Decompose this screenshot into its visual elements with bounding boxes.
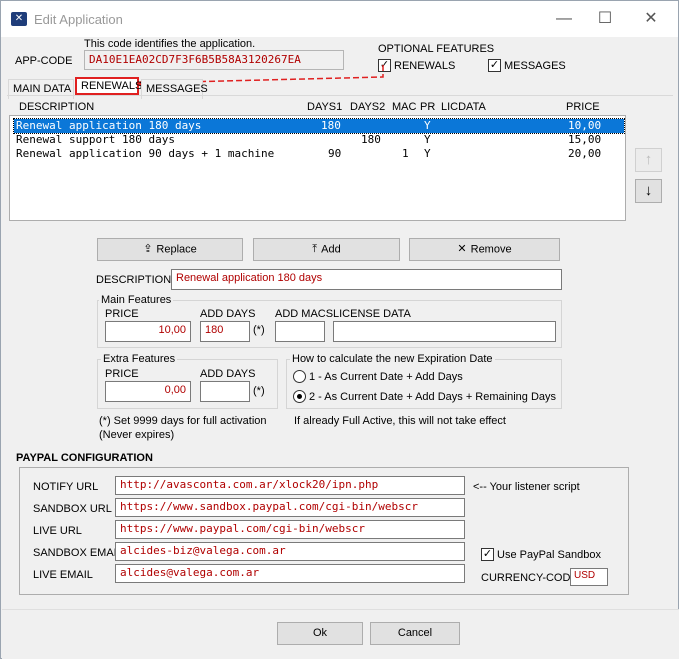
messages-checkbox-label: MESSAGES	[504, 60, 566, 72]
main-add-days-label: ADD DAYS	[200, 308, 256, 320]
live-email-label: LIVE EMAIL	[33, 569, 93, 581]
expiration-option-1-label: 1 - As Current Date + Add Days	[309, 371, 463, 383]
main-add-days-note: (*)	[253, 324, 265, 336]
cell-price: 15,00	[568, 133, 602, 146]
arrow-down-icon: ↓	[644, 182, 653, 199]
live-email-input[interactable]: alcides@valega.com.ar	[115, 564, 465, 583]
arrow-up-icon: ↑	[644, 151, 653, 168]
window-title: Edit Application	[34, 12, 123, 27]
minimize-button[interactable]: —	[541, 1, 587, 37]
maximize-button[interactable]: ☐	[582, 1, 628, 37]
cell-price: 20,00	[568, 147, 602, 160]
col-price[interactable]: PRICE	[566, 101, 600, 113]
sandbox-email-label: SANDBOX EMAIL	[33, 547, 123, 559]
main-features-title: Main Features	[99, 294, 174, 306]
expiration-title: How to calculate the new Expiration Date	[290, 353, 495, 365]
main-add-days-input[interactable]: 180	[200, 321, 250, 342]
notify-url-label: NOTIFY URL	[33, 481, 99, 493]
full-active-note: If already Full Active, this will not ta…	[294, 415, 506, 427]
replace-icon: ⇪	[143, 243, 153, 255]
renewals-list[interactable]: Renewal application 180 days 180 Y 10,00…	[9, 115, 626, 221]
x-icon: ✕	[457, 243, 467, 255]
cell-description: Renewal application 90 days + 1 machine	[16, 147, 275, 160]
cell-description: Renewal application 180 days	[16, 119, 202, 132]
paypal-section-title: PAYPAL CONFIGURATION	[16, 452, 153, 464]
tab-main-data[interactable]: MAIN DATA	[8, 79, 74, 99]
currency-code-label: CURRENCY-CODE	[481, 572, 578, 584]
description-label: DESCRIPTION	[96, 274, 172, 286]
ok-button[interactable]: Ok	[277, 622, 363, 645]
full-activation-note: (*) Set 9999 days for full activation	[99, 415, 267, 427]
main-price-input[interactable]: 10,00	[105, 321, 191, 342]
never-expires-note: (Never expires)	[99, 429, 175, 441]
tab-divider	[7, 95, 673, 96]
list-item[interactable]: Renewal application 90 days + 1 machine …	[14, 147, 624, 161]
description-input[interactable]: Renewal application 180 days	[171, 269, 562, 290]
extra-price-input[interactable]: 0,00	[105, 381, 191, 402]
notify-url-input[interactable]: http://avasconta.com.ar/xlock20/ipn.php	[115, 476, 465, 495]
expiration-option-2-label: 2 - As Current Date + Add Days + Remaini…	[309, 391, 557, 403]
main-price-label: PRICE	[105, 308, 139, 320]
cell-mac: 1	[402, 147, 409, 160]
sandbox-url-input[interactable]: https://www.sandbox.paypal.com/cgi-bin/w…	[115, 498, 465, 517]
replace-button-label: Replace	[156, 243, 197, 256]
license-data-input[interactable]	[333, 321, 556, 342]
cell-days2: 180	[361, 133, 381, 146]
cell-pr: Y	[424, 133, 431, 146]
optional-features-title: OPTIONAL FEATURES	[378, 43, 495, 55]
add-button[interactable]: ⤒ Add	[253, 238, 400, 261]
add-macs-label: ADD MACS	[275, 308, 334, 320]
close-button[interactable]: ✕	[628, 1, 674, 37]
sandbox-url-label: SANDBOX URL	[33, 503, 112, 515]
move-up-button[interactable]: ↑	[635, 148, 662, 172]
remove-button[interactable]: ✕ Remove	[409, 238, 560, 261]
extra-add-days-note: (*)	[253, 385, 265, 397]
currency-code-input[interactable]: USD	[570, 568, 608, 586]
extra-add-days-label: ADD DAYS	[200, 368, 256, 380]
use-sandbox-checkbox[interactable]: ✓	[481, 548, 494, 561]
list-item[interactable]: Renewal application 180 days 180 Y 10,00	[13, 118, 625, 134]
add-button-label: Add	[321, 243, 341, 256]
add-macs-input[interactable]	[275, 321, 325, 342]
listener-note: <-- Your listener script	[473, 481, 580, 493]
app-code-hint: This code identifies the application.	[84, 38, 256, 50]
cancel-button[interactable]: Cancel	[370, 622, 460, 645]
tab-renewals[interactable]: RENEWALS	[75, 77, 142, 95]
extra-price-label: PRICE	[105, 368, 139, 380]
col-mac[interactable]: MAC	[392, 101, 416, 113]
app-code-label: APP-CODE	[15, 55, 73, 67]
live-url-input[interactable]: https://www.paypal.com/cgi-bin/webscr	[115, 520, 465, 539]
use-sandbox-label: Use PayPal Sandbox	[497, 549, 601, 561]
messages-checkbox[interactable]: ✓	[488, 59, 501, 72]
cell-price: 10,00	[568, 119, 602, 132]
upload-icon: ⤒	[312, 243, 318, 255]
replace-button[interactable]: ⇪ Replace	[97, 238, 243, 261]
app-logo-icon: ✕	[11, 12, 27, 26]
col-description[interactable]: DESCRIPTION	[19, 101, 94, 113]
move-down-button[interactable]: ↓	[635, 179, 662, 203]
extra-features-title: Extra Features	[101, 353, 178, 365]
extra-add-days-input[interactable]	[200, 381, 250, 402]
title-bar: ✕ Edit Application — ☐ ✕	[1, 1, 678, 37]
expiration-option-1-radio[interactable]	[293, 370, 306, 383]
list-item[interactable]: Renewal support 180 days 180 Y 15,00	[14, 133, 624, 147]
renewals-checkbox-label: RENEWALS	[394, 60, 456, 72]
cell-days1: 90	[328, 147, 342, 160]
col-days1[interactable]: DAYS1	[307, 101, 342, 113]
sandbox-email-input[interactable]: alcides-biz@valega.com.ar	[115, 542, 465, 561]
col-pr[interactable]: PR	[420, 101, 435, 113]
cell-days1: 180	[321, 119, 341, 132]
cell-pr: Y	[424, 119, 431, 132]
edit-application-window: ✕ Edit Application — ☐ ✕ This code ident…	[0, 0, 679, 659]
col-days2[interactable]: DAYS2	[350, 101, 385, 113]
expiration-option-2-radio[interactable]	[293, 390, 306, 403]
remove-button-label: Remove	[470, 243, 512, 256]
live-url-label: LIVE URL	[33, 525, 82, 537]
tab-messages[interactable]: MESSAGES	[141, 79, 208, 99]
cell-pr: Y	[424, 147, 431, 160]
cell-description: Renewal support 180 days	[16, 133, 175, 146]
col-licdata[interactable]: LICDATA	[441, 101, 486, 113]
license-data-label: LICENSE DATA	[333, 308, 411, 320]
